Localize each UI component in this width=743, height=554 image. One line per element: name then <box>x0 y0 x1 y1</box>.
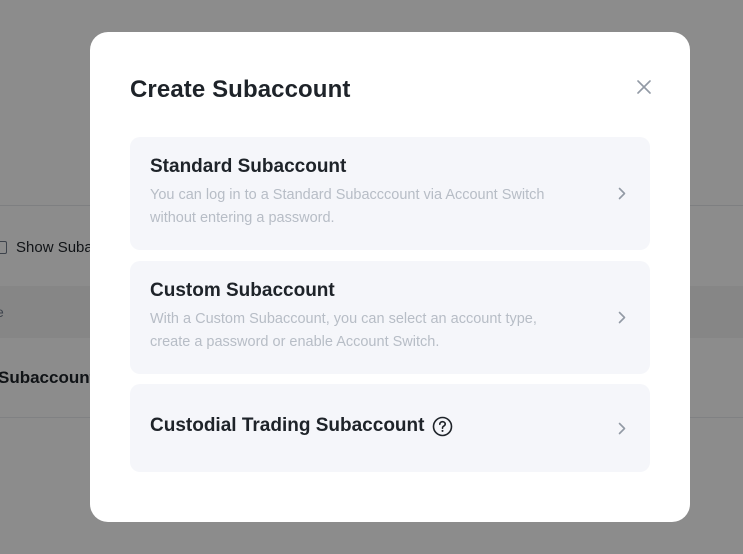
option-description: You can log in to a Standard Subacccount… <box>150 187 545 226</box>
option-title: Custodial Trading Subaccount <box>150 415 453 437</box>
standard-subaccount-option[interactable]: Standard Subaccount You can log in to a … <box>130 137 650 250</box>
chevron-right-icon <box>616 186 628 200</box>
option-title-text: Custodial Trading Subaccount <box>150 415 425 436</box>
option-title-text: Custom Subaccount <box>150 280 335 301</box>
close-icon <box>637 80 651 94</box>
custom-subaccount-option[interactable]: Custom Subaccount With a Custom Subaccou… <box>130 261 650 374</box>
chevron-right-icon <box>616 310 628 324</box>
option-title: Custom Subaccount <box>150 280 335 302</box>
chevron-right-icon <box>616 421 628 435</box>
option-title-text: Standard Subaccount <box>150 156 347 177</box>
option-description: With a Custom Subaccount, you can select… <box>150 311 537 350</box>
modal-title: Create Subaccount <box>130 76 351 103</box>
custodial-trading-subaccount-option[interactable]: Custodial Trading Subaccount <box>130 384 650 472</box>
close-button[interactable] <box>635 78 653 96</box>
question-circle-icon[interactable] <box>432 416 453 437</box>
create-subaccount-modal: Create Subaccount Standard Subaccount Yo… <box>90 32 690 522</box>
option-title: Standard Subaccount <box>150 156 346 178</box>
